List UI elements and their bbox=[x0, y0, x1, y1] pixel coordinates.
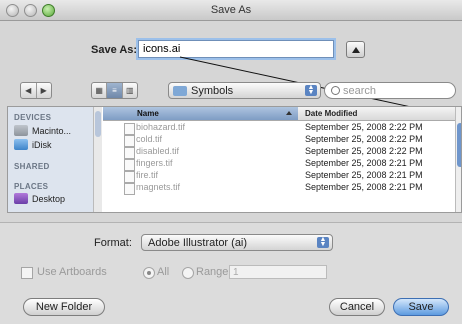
tif-file-icon bbox=[124, 183, 135, 195]
range-label: Range: bbox=[196, 266, 232, 278]
sidebar-scroll-thumb[interactable] bbox=[95, 111, 101, 137]
save-as-field[interactable] bbox=[138, 40, 334, 58]
file-list-scrollbar[interactable] bbox=[455, 107, 461, 212]
file-row[interactable]: fingers.tif September 25, 2008 2:21 PM bbox=[103, 158, 455, 171]
icon-view-button[interactable]: ▦ bbox=[92, 83, 108, 98]
sidebar-item-desktop[interactable]: Desktop bbox=[14, 193, 65, 204]
file-list-scroll-thumb[interactable] bbox=[457, 123, 461, 167]
sidebar-section-places[interactable]: PLACES bbox=[14, 182, 48, 191]
save-as-row: Save As: bbox=[0, 38, 462, 64]
file-name: disabled.tif bbox=[136, 146, 180, 156]
file-name: biohazard.tif bbox=[136, 122, 186, 132]
desktop-icon bbox=[14, 193, 28, 204]
file-date: September 25, 2008 2:21 PM bbox=[305, 170, 423, 180]
use-artboards-label: Use Artboards bbox=[37, 266, 107, 278]
range-input[interactable] bbox=[229, 265, 327, 279]
popup-arrows-icon: ▲ ▼ bbox=[317, 236, 329, 248]
file-date: September 25, 2008 2:22 PM bbox=[305, 134, 423, 144]
file-browser: DEVICES Macinto... iDisk SHARED PLACES D… bbox=[7, 106, 462, 213]
save-button[interactable]: Save bbox=[393, 298, 449, 316]
sort-ascending-icon bbox=[286, 111, 292, 115]
format-label: Format: bbox=[94, 237, 132, 249]
view-mode-buttons: ▦ ≡ ▥ bbox=[91, 82, 138, 99]
file-name: cold.tif bbox=[136, 134, 163, 144]
use-artboards-checkbox[interactable] bbox=[21, 267, 33, 279]
new-folder-button[interactable]: New Folder bbox=[23, 298, 105, 316]
window-title: Save As bbox=[210, 4, 252, 16]
file-date: September 25, 2008 2:22 PM bbox=[305, 146, 423, 156]
file-name: fire.tif bbox=[136, 170, 159, 180]
browser-toolbar: ◀ ▶ ▦ ≡ ▥ Symbols ▲ ▼ search bbox=[0, 80, 462, 102]
popup-arrows-icon: ▲ ▼ bbox=[305, 84, 317, 96]
file-date: September 25, 2008 2:22 PM bbox=[305, 122, 423, 132]
file-date: September 25, 2008 2:21 PM bbox=[305, 158, 423, 168]
all-label: All bbox=[157, 266, 170, 278]
sidebar-section-devices[interactable]: DEVICES bbox=[14, 113, 51, 122]
sidebar-scrollbar[interactable] bbox=[93, 107, 102, 212]
search-icon bbox=[331, 86, 340, 95]
back-button[interactable]: ◀ bbox=[21, 83, 37, 98]
search-field[interactable]: search bbox=[324, 82, 456, 99]
file-row[interactable]: fire.tif September 25, 2008 2:21 PM bbox=[103, 170, 455, 183]
sidebar-item-idisk[interactable]: iDisk bbox=[14, 139, 52, 150]
column-header-name-label: Name bbox=[137, 109, 159, 118]
column-view-button[interactable]: ▥ bbox=[123, 83, 137, 98]
file-row[interactable]: magnets.tif September 25, 2008 2:21 PM bbox=[103, 182, 455, 195]
options-panel: Format: Adobe Illustrator (ai) ▲ ▼ Use Ar… bbox=[0, 222, 462, 324]
hard-drive-icon bbox=[14, 125, 28, 136]
list-view-button[interactable]: ≡ bbox=[107, 83, 123, 98]
location-popup[interactable]: Symbols ▲ ▼ bbox=[168, 82, 321, 99]
expand-dialog-button[interactable] bbox=[346, 41, 365, 58]
file-list: Name Date Modified biohazard.tif Septemb… bbox=[103, 107, 455, 212]
sidebar-item-label: Desktop bbox=[32, 193, 66, 204]
save-as-label: Save As: bbox=[91, 44, 138, 56]
sidebar: DEVICES Macinto... iDisk SHARED PLACES D… bbox=[8, 107, 95, 212]
triangle-up-icon bbox=[351, 46, 360, 53]
file-row[interactable]: biohazard.tif September 25, 2008 2:22 PM bbox=[103, 122, 455, 135]
column-header-name[interactable]: Name bbox=[103, 107, 298, 120]
history-buttons: ◀ ▶ bbox=[20, 82, 52, 99]
all-radio[interactable] bbox=[143, 267, 155, 279]
idisk-icon bbox=[14, 139, 28, 150]
file-name: magnets.tif bbox=[136, 182, 181, 192]
file-row[interactable]: cold.tif September 25, 2008 2:22 PM bbox=[103, 134, 455, 147]
file-row[interactable]: disabled.tif September 25, 2008 2:22 PM bbox=[103, 146, 455, 159]
format-value: Adobe Illustrator (ai) bbox=[148, 237, 248, 249]
sidebar-item-label: iDisk bbox=[32, 139, 52, 150]
file-list-header: Name Date Modified bbox=[103, 107, 455, 121]
sidebar-section-shared[interactable]: SHARED bbox=[14, 162, 50, 171]
range-radio[interactable] bbox=[182, 267, 194, 279]
file-date: September 25, 2008 2:21 PM bbox=[305, 182, 423, 192]
search-placeholder: search bbox=[343, 85, 377, 97]
forward-button[interactable]: ▶ bbox=[37, 83, 52, 98]
sidebar-item-label: Macinto... bbox=[32, 125, 72, 136]
cancel-button[interactable]: Cancel bbox=[329, 298, 385, 316]
title-bar: Save As bbox=[0, 0, 462, 21]
folder-icon bbox=[173, 86, 187, 96]
artboard-options: Use Artboards All Range: bbox=[0, 265, 462, 281]
sidebar-item-macintosh[interactable]: Macinto... bbox=[14, 125, 71, 136]
file-name: fingers.tif bbox=[136, 158, 173, 168]
column-header-date-modified[interactable]: Date Modified bbox=[305, 107, 357, 120]
format-popup[interactable]: Adobe Illustrator (ai) ▲ ▼ bbox=[141, 234, 333, 251]
location-label: Symbols bbox=[191, 85, 234, 97]
